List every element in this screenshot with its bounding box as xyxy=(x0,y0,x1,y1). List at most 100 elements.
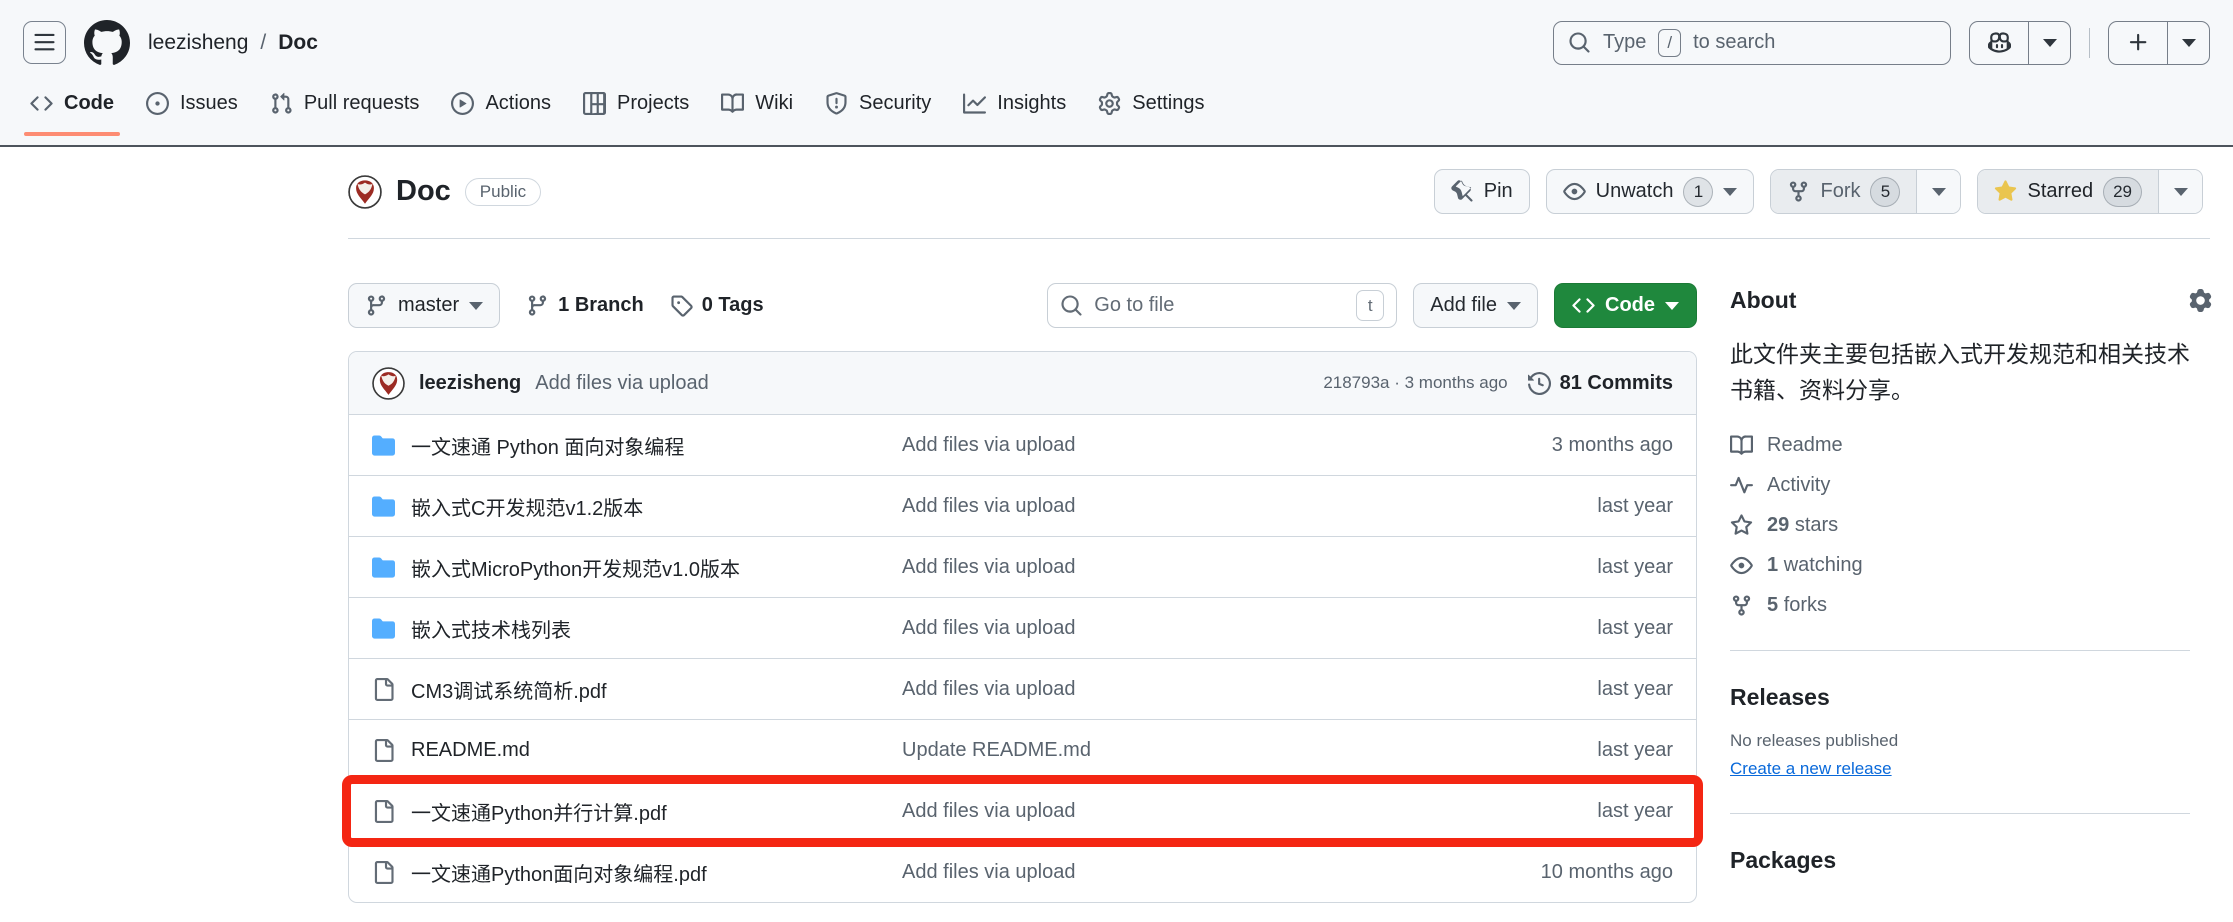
file-name-link[interactable]: 嵌入式C开发规范v1.2版本 xyxy=(411,492,643,521)
table-row[interactable]: 嵌入式技术栈列表 Add files via upload last year xyxy=(349,597,1696,658)
tab-settings[interactable]: Settings xyxy=(1082,72,1220,134)
create-new-button[interactable] xyxy=(2109,22,2167,64)
eye-icon xyxy=(1562,182,1586,201)
table-row[interactable]: 一文速通 Python 面向对象编程 Add files via upload … xyxy=(349,414,1696,475)
branch-selector[interactable]: master xyxy=(348,283,501,328)
hamburger-menu-button[interactable] xyxy=(23,21,66,64)
packages-title[interactable]: Packages xyxy=(1730,847,2212,874)
file-name-link[interactable]: 嵌入式MicroPython开发规范v1.0版本 xyxy=(411,553,740,582)
file-name-link[interactable]: 一文速通Python并行计算.pdf xyxy=(411,797,667,826)
file-commit-message[interactable]: Add files via upload xyxy=(902,617,1443,640)
table-row[interactable]: 一文速通Python面向对象编程.pdf Add files via uploa… xyxy=(349,841,1696,902)
pulse-icon xyxy=(1730,477,1753,494)
breadcrumb-owner[interactable]: leezisheng xyxy=(148,31,248,55)
starred-label: Starred xyxy=(2027,180,2094,202)
tab-insights[interactable]: Insights xyxy=(947,72,1082,134)
tab-actions[interactable]: Actions xyxy=(435,72,567,134)
projects-icon xyxy=(583,91,607,115)
table-row[interactable]: README.md Update README.md last year xyxy=(349,719,1696,780)
branches-link[interactable]: 1 Branch xyxy=(526,294,644,317)
forks-link[interactable]: 5 forks xyxy=(1730,594,2212,617)
file-commit-message[interactable]: Add files via upload xyxy=(902,861,1443,884)
activity-label: Activity xyxy=(1767,474,1831,497)
readme-link[interactable]: Readme xyxy=(1730,434,2212,457)
commit-sha-time[interactable]: 218793a · 3 months ago xyxy=(1323,373,1507,393)
copilot-dropdown-button[interactable] xyxy=(2028,21,2070,64)
fork-button[interactable]: Fork 5 xyxy=(1771,170,1917,213)
github-logo-icon[interactable] xyxy=(84,19,130,66)
commit-history-link[interactable]: 81 Commits xyxy=(1527,371,1673,395)
tab-pull-requests[interactable]: Pull requests xyxy=(254,72,436,134)
file-commit-message[interactable]: Add files via upload xyxy=(902,495,1443,518)
three-bars-icon xyxy=(34,33,55,51)
breadcrumb: leezisheng / Doc xyxy=(148,31,318,55)
file-commit-message[interactable]: Add files via upload xyxy=(902,800,1443,823)
tags-link[interactable]: 0 Tags xyxy=(670,294,764,317)
add-file-button[interactable]: Add file xyxy=(1413,283,1538,328)
copilot-button[interactable] xyxy=(1970,22,2028,64)
file-name-link[interactable]: 一文速通 Python 面向对象编程 xyxy=(411,431,684,460)
starred-button[interactable]: Starred 29 xyxy=(1978,170,2158,213)
file-commit-date: 3 months ago xyxy=(1551,433,1673,456)
packages-section: Packages xyxy=(1730,847,2212,874)
pin-label: Pin xyxy=(1483,180,1513,202)
releases-title[interactable]: Releases xyxy=(1730,684,2212,711)
search-icon xyxy=(1569,32,1590,53)
code-icon xyxy=(30,95,53,111)
star-dropdown-button[interactable] xyxy=(2158,170,2202,213)
tab-wiki[interactable]: Wiki xyxy=(705,72,809,134)
file-name-link[interactable]: README.md xyxy=(411,739,530,762)
table-row-highlighted[interactable]: 一文速通Python并行计算.pdf Add files via upload … xyxy=(342,775,1703,847)
activity-link[interactable]: Activity xyxy=(1730,474,2212,497)
tab-issues[interactable]: Issues xyxy=(130,72,254,134)
stars-link[interactable]: 29 stars xyxy=(1730,514,2212,537)
file-icon xyxy=(374,799,394,823)
table-row[interactable]: CM3调试系统简析.pdf Add files via upload last … xyxy=(349,658,1696,719)
commit-message[interactable]: Add files via upload xyxy=(535,372,708,395)
file-name-link[interactable]: CM3调试系统简析.pdf xyxy=(411,675,607,704)
file-icon xyxy=(374,677,394,701)
file-table: leezisheng Add files via upload 218793a … xyxy=(342,351,1703,903)
sidebar: About 此文件夹主要包括嵌入式开发规范和相关技术书籍、资料分享。 Readm… xyxy=(1730,239,2212,903)
code-button-label: Code xyxy=(1605,294,1655,316)
file-commit-message[interactable]: Add files via upload xyxy=(902,678,1443,701)
fork-dropdown-button[interactable] xyxy=(1916,170,1961,213)
table-row[interactable]: 嵌入式MicroPython开发规范v1.0版本 Add files via u… xyxy=(349,536,1696,597)
create-new-dropdown-button[interactable] xyxy=(2167,21,2209,64)
breadcrumb-repo[interactable]: Doc xyxy=(278,31,318,55)
code-button[interactable]: Code xyxy=(1554,283,1697,328)
file-name-link[interactable]: 嵌入式技术栈列表 xyxy=(411,614,571,643)
stars-count: 29 xyxy=(1767,514,1790,537)
forks-count: 5 xyxy=(1767,594,1779,617)
commit-author[interactable]: leezisheng xyxy=(419,372,521,395)
commits-count-label: 81 Commits xyxy=(1559,371,1673,394)
tab-projects[interactable]: Projects xyxy=(567,72,705,134)
watch-count: 1 xyxy=(1683,176,1714,207)
unwatch-button[interactable]: Unwatch 1 xyxy=(1545,169,1755,214)
play-icon xyxy=(451,91,475,115)
watching-count: 1 xyxy=(1767,554,1779,577)
file-name-link[interactable]: 一文速通Python面向对象编程.pdf xyxy=(411,858,707,887)
chevron-down-icon xyxy=(1507,301,1521,310)
pin-button[interactable]: Pin xyxy=(1433,169,1530,214)
file-commit-message[interactable]: Add files via upload xyxy=(902,556,1443,579)
goto-file-input[interactable]: Go to file t xyxy=(1047,283,1398,328)
main-column: master 1 Branch 0 Tags Go to file t Add … xyxy=(342,239,1703,903)
about-title: About xyxy=(1730,287,1797,313)
commit-author-avatar[interactable] xyxy=(372,366,405,400)
global-search-input[interactable]: Type / to search xyxy=(1553,20,1951,65)
watching-link[interactable]: 1 watching xyxy=(1730,554,2212,577)
table-row[interactable]: 嵌入式C开发规范v1.2版本 Add files via upload last… xyxy=(349,475,1696,536)
header-top-row: leezisheng / Doc Type / to search xyxy=(0,0,2233,72)
file-commit-message[interactable]: Update README.md xyxy=(902,739,1443,762)
gear-icon[interactable] xyxy=(2189,289,2212,312)
tab-code[interactable]: Code xyxy=(14,72,130,136)
create-release-link[interactable]: Create a new release xyxy=(1730,759,1892,779)
tab-security[interactable]: Security xyxy=(809,72,947,134)
book-icon xyxy=(1730,435,1753,456)
file-commit-message[interactable]: Add files via upload xyxy=(902,434,1443,457)
tab-label: Actions xyxy=(485,91,552,114)
repo-avatar[interactable] xyxy=(348,174,382,209)
readme-label: Readme xyxy=(1767,434,1843,457)
page-title[interactable]: Doc xyxy=(396,175,451,208)
